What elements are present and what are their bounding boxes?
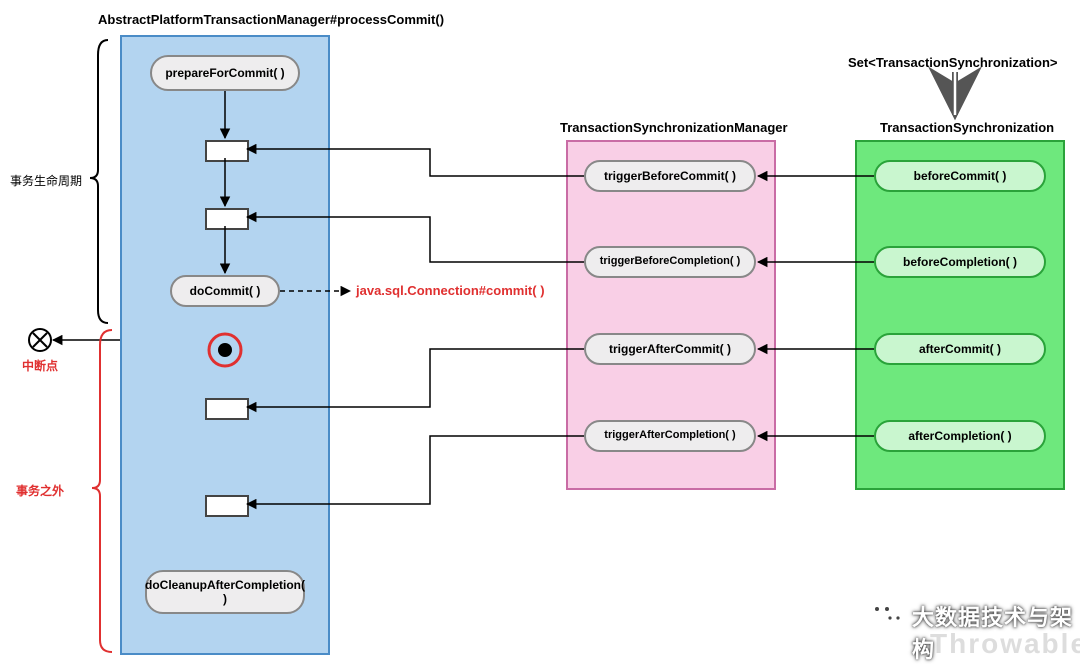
before-commit: beforeCommit( ) [874,160,1046,192]
commit-call-label: java.sql.Connection#commit( ) [356,283,545,298]
watermark-throwable: Throwable [930,628,1080,660]
trigger-after-completion: triggerAfterCompletion( ) [584,420,756,452]
cleanup-node: doCleanupAfterCompletion( ) [145,570,305,614]
blank-step-4 [205,495,249,517]
syncmgr-title: TransactionSynchronizationManager [560,120,788,135]
set-sync-title: Set<TransactionSynchronization> [848,55,1058,70]
trigger-after-commit: triggerAfterCommit( ) [584,333,756,365]
main-title: AbstractPlatformTransactionManager#proce… [98,12,444,27]
prepare-for-commit-node: prepareForCommit( ) [150,55,300,91]
blank-step-3 [205,398,249,420]
blue-container [120,35,330,655]
outside-label: 事务之外 [16,482,64,499]
blank-step-2 [205,208,249,230]
blank-step-1 [205,140,249,162]
cross-icon [29,329,51,351]
do-commit-node: doCommit( ) [170,275,280,307]
sync-title: TransactionSynchronization [880,120,1054,135]
before-completion: beforeCompletion( ) [874,246,1046,278]
trigger-before-commit: triggerBeforeCommit( ) [584,160,756,192]
trigger-before-completion: triggerBeforeCompletion( ) [584,246,756,278]
after-completion: afterCompletion( ) [874,420,1046,452]
after-commit: afterCommit( ) [874,333,1046,365]
lifecycle-label: 事务生命周期 [10,172,82,189]
wechat-icon [868,600,906,630]
breakpoint-label: 中断点 [22,357,58,374]
